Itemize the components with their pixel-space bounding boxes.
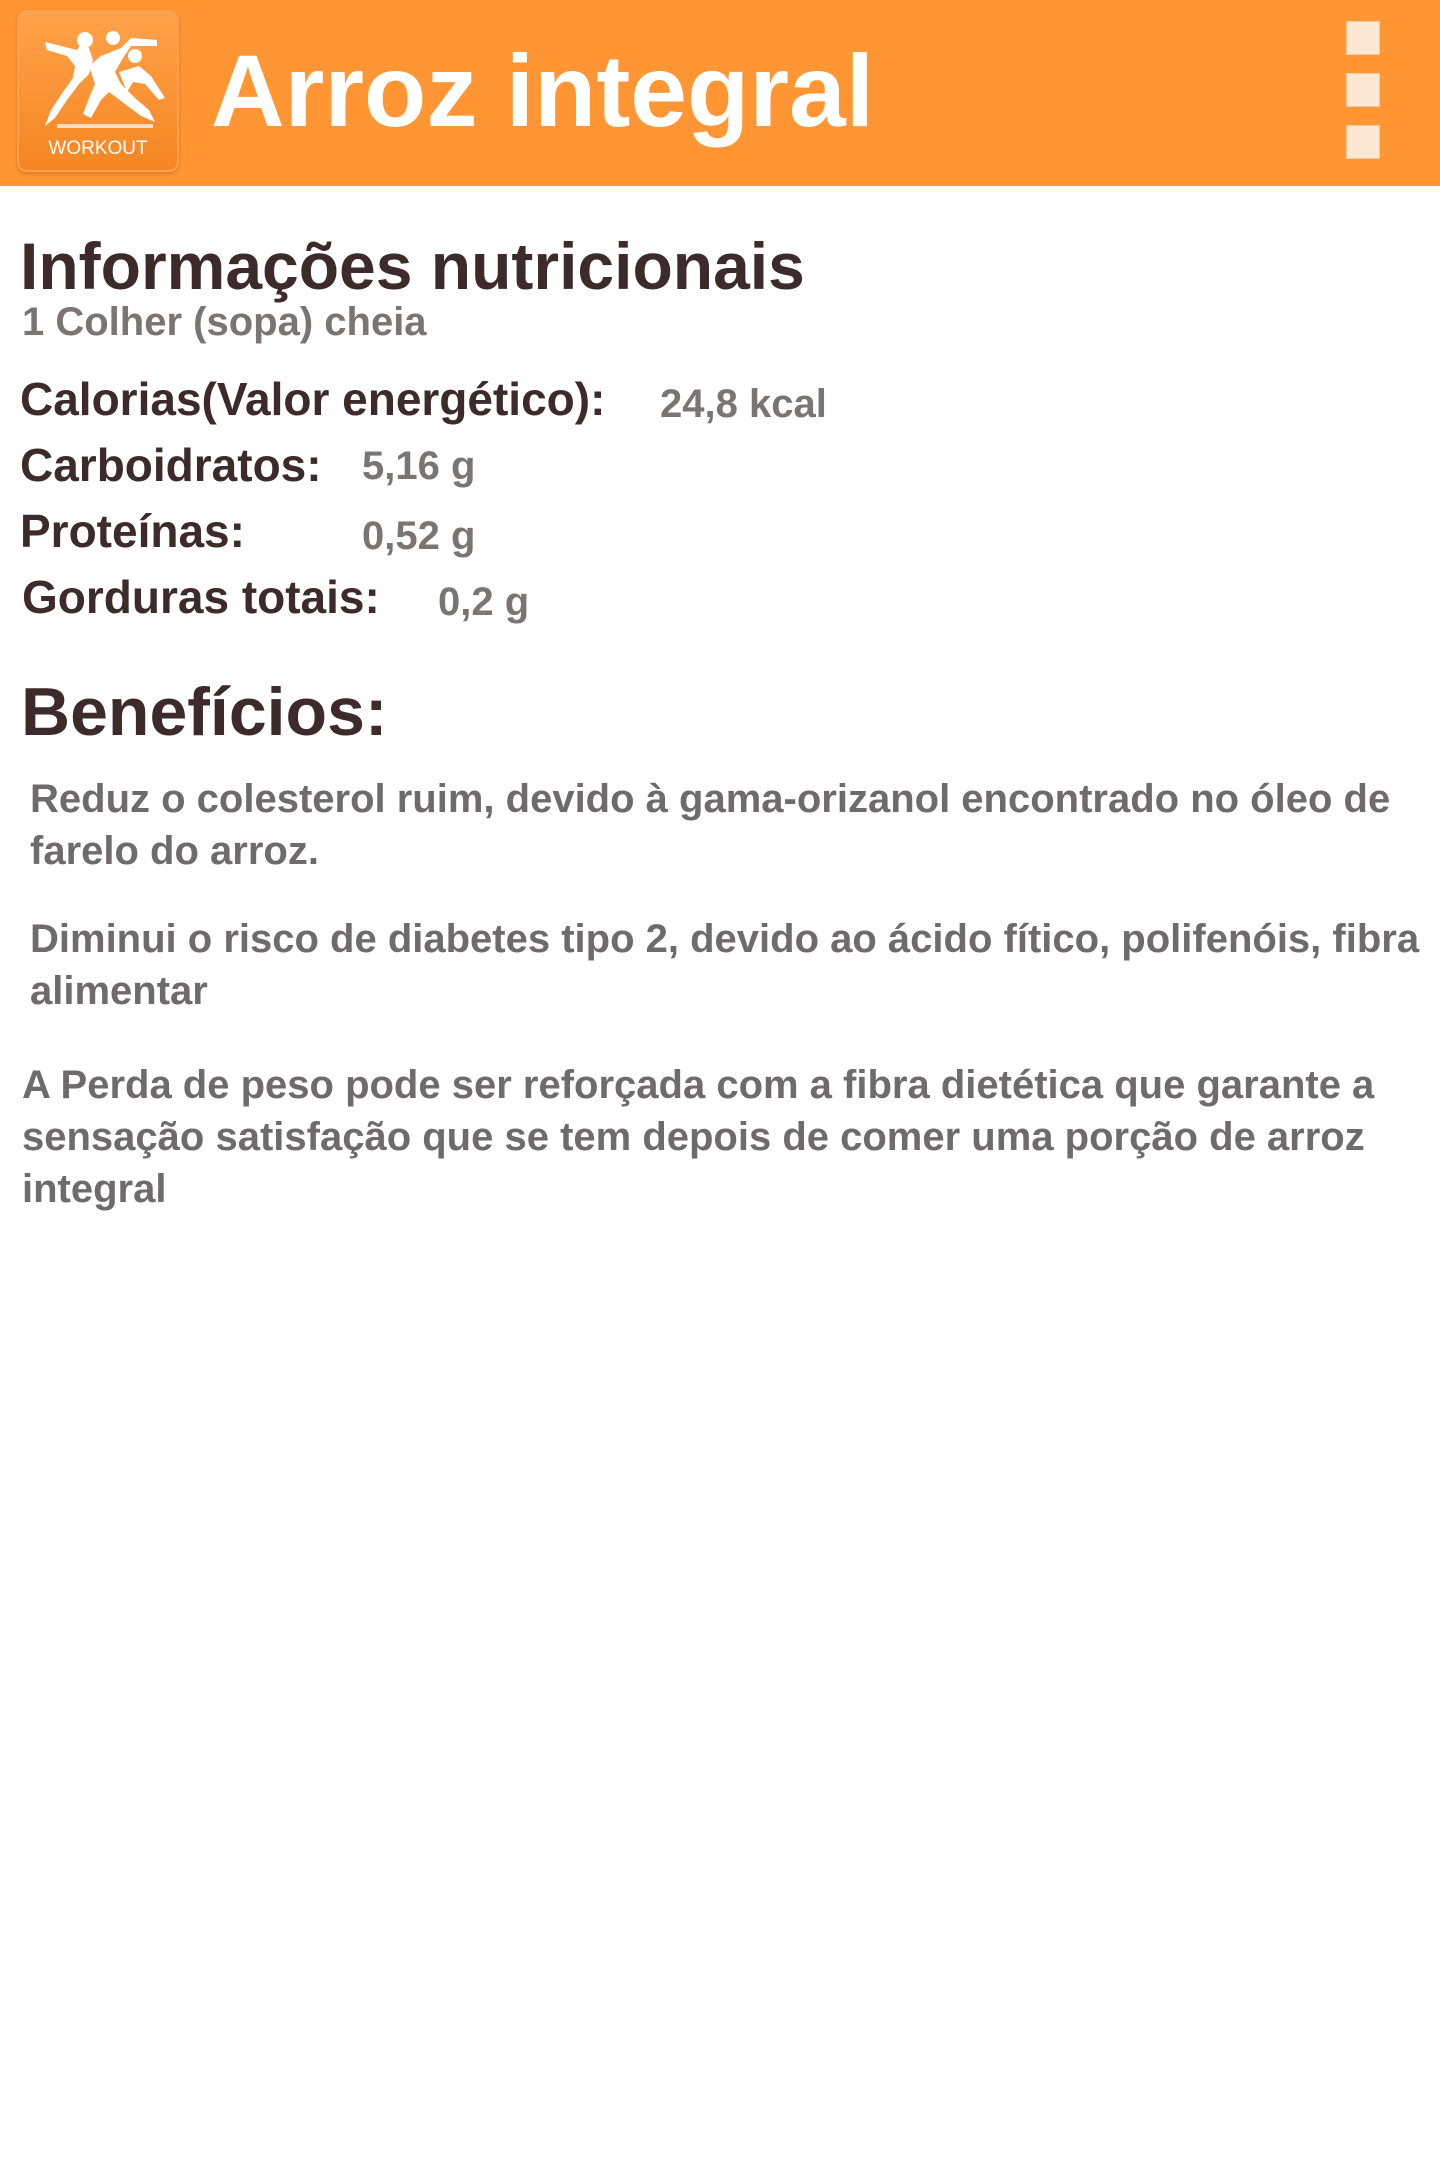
nutrition-label-calories: Calorias(Valor energético): xyxy=(20,373,606,425)
page-title: Arroz integral xyxy=(211,34,875,148)
nutrition-value-protein: 0,52 g xyxy=(362,514,476,558)
workout-figures-icon xyxy=(45,31,165,128)
benefit-item: Reduz o colesterol ruim, devido à gama-o… xyxy=(30,777,1391,873)
nutrition-value-calories: 24,8 kcal xyxy=(660,382,827,426)
logo-caption: WORKOUT xyxy=(48,138,148,159)
overflow-menu-icon xyxy=(1346,73,1380,107)
benefits-title: Benefícios: xyxy=(21,674,388,750)
overflow-menu-icon xyxy=(1346,125,1380,159)
overflow-menu-icon xyxy=(1346,21,1380,55)
nutrition-label-protein: Proteínas: xyxy=(20,505,245,557)
benefit-item: A Perda de peso pode ser reforçada com a… xyxy=(22,1063,1375,1211)
nutrition-value-fat: 0,2 g xyxy=(438,580,530,624)
serving-size: 1 Colher (sopa) cheia xyxy=(22,300,427,344)
nutrition-label-carbs: Carboidratos: xyxy=(20,439,322,491)
nutrition-value-carbs: 5,16 g xyxy=(362,444,476,488)
overflow-menu-button[interactable] xyxy=(1336,19,1392,165)
benefit-item: Diminui o risco de diabetes tipo 2, devi… xyxy=(30,917,1420,1013)
nutrition-label-fat: Gorduras totais: xyxy=(22,571,380,623)
app-bar: WORKOUT Arroz integral xyxy=(0,0,1440,186)
app-logo[interactable]: WORKOUT xyxy=(17,10,179,172)
nutrition-title: Informações nutricionais xyxy=(20,229,805,303)
